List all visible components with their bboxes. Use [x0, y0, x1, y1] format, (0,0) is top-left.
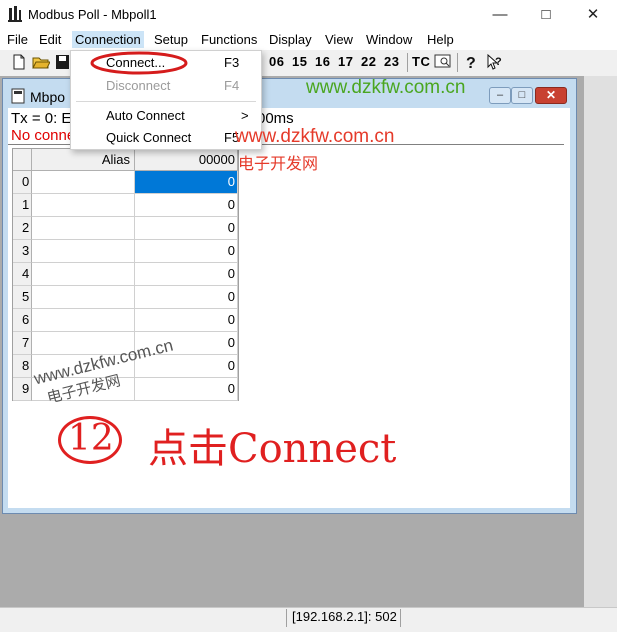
value-cell[interactable]: 0	[135, 263, 238, 286]
row-index[interactable]: 2	[13, 217, 32, 240]
menu-item-quick-connect[interactable]: Quick Connect	[106, 130, 191, 145]
value-cell[interactable]: 0	[135, 286, 238, 309]
alias-cell[interactable]	[32, 240, 135, 263]
menu-file[interactable]: File	[4, 31, 31, 48]
row-index[interactable]: 4	[13, 263, 32, 286]
func-code-06[interactable]: 06	[269, 54, 284, 69]
child-close-icon[interactable]: ✕	[535, 87, 567, 104]
red-highlight-ellipse	[90, 51, 188, 75]
row-index[interactable]: 6	[13, 309, 32, 332]
alias-column-header[interactable]: Alias	[32, 149, 135, 171]
connection-address: [192.168.2.1]: 502	[292, 609, 397, 624]
close-icon[interactable]: ✕	[570, 0, 616, 30]
menu-separator	[76, 101, 256, 102]
menu-edit[interactable]: Edit	[36, 31, 64, 48]
connection-error-status: No conne	[11, 127, 76, 144]
maximize-icon[interactable]: □	[523, 0, 569, 30]
shortcut-disconnect: F4	[224, 78, 240, 93]
alias-cell[interactable]	[32, 171, 135, 194]
tx-status: Tx = 0: E	[11, 110, 72, 127]
alias-cell[interactable]	[32, 263, 135, 286]
func-code-22[interactable]: 22	[361, 54, 376, 69]
value-cell[interactable]: 0	[135, 217, 238, 240]
minimize-icon[interactable]: —	[477, 0, 523, 30]
document-icon	[11, 88, 25, 104]
menu-item-auto-connect[interactable]: Auto Connect	[106, 108, 185, 123]
child-restore-icon[interactable]: □	[511, 87, 533, 104]
menu-functions[interactable]: Functions	[198, 31, 260, 48]
monitor-search-icon[interactable]	[434, 53, 452, 71]
status-divider	[400, 609, 401, 627]
value-cell[interactable]: 0	[135, 309, 238, 332]
tc-button[interactable]: TC	[412, 54, 430, 69]
func-code-16[interactable]: 16	[315, 54, 330, 69]
menu-help[interactable]: Help	[424, 31, 457, 48]
child-window-title: Mbpo	[30, 89, 66, 105]
func-code-23[interactable]: 23	[384, 54, 399, 69]
menu-window[interactable]: Window	[363, 31, 415, 48]
watermark-red-site: www.dzkfw.com.cn	[235, 126, 395, 147]
svg-text:?: ?	[495, 56, 502, 68]
table-corner	[13, 149, 32, 171]
value-cell[interactable]: 0	[135, 240, 238, 263]
row-index[interactable]: 7	[13, 332, 32, 355]
window-title: Modbus Poll - Mbpoll1	[28, 7, 157, 22]
value-cell[interactable]: 0	[135, 171, 238, 194]
row-index[interactable]: 1	[13, 194, 32, 217]
row-index[interactable]: 5	[13, 286, 32, 309]
scan-rate-status: 00ms	[257, 110, 294, 127]
alias-cell[interactable]	[32, 286, 135, 309]
toolbar-separator	[407, 53, 408, 72]
context-help-icon[interactable]: ?	[486, 53, 504, 71]
status-divider	[286, 609, 287, 627]
row-index[interactable]: 8	[13, 355, 32, 378]
annotation-number: 12	[68, 418, 114, 459]
alias-cell[interactable]	[32, 194, 135, 217]
value-cell[interactable]: 0	[135, 194, 238, 217]
annotation-text: 点击Connect	[148, 426, 397, 472]
submenu-arrow-icon: >	[241, 108, 249, 123]
alias-cell[interactable]	[32, 217, 135, 240]
menu-connection[interactable]: Connection	[72, 31, 144, 48]
menu-setup[interactable]: Setup	[151, 31, 191, 48]
row-index[interactable]: 9	[13, 378, 32, 401]
alias-cell[interactable]	[32, 309, 135, 332]
toolbar-separator	[457, 53, 458, 72]
row-index[interactable]: 3	[13, 240, 32, 263]
menu-view[interactable]: View	[322, 31, 356, 48]
watermark-green: www.dzkfw.com.cn	[306, 77, 466, 98]
open-folder-icon[interactable]	[32, 53, 50, 71]
shortcut-connect: F3	[224, 55, 240, 70]
mdi-scroll-strip	[584, 76, 617, 607]
app-icon	[8, 6, 22, 22]
new-file-icon[interactable]	[10, 53, 28, 71]
func-code-17[interactable]: 17	[338, 54, 353, 69]
watermark-red-cn: 电子开发网	[238, 156, 319, 173]
row-index[interactable]: 0	[13, 171, 32, 194]
about-question-icon[interactable]: ?	[462, 53, 480, 71]
value-column-header[interactable]: 00000	[135, 149, 238, 171]
child-minimize-icon[interactable]: –	[489, 87, 511, 104]
func-code-15[interactable]: 15	[292, 54, 307, 69]
menu-display[interactable]: Display	[266, 31, 315, 48]
menu-item-disconnect: Disconnect	[106, 78, 171, 93]
svg-text:?: ?	[466, 55, 476, 71]
